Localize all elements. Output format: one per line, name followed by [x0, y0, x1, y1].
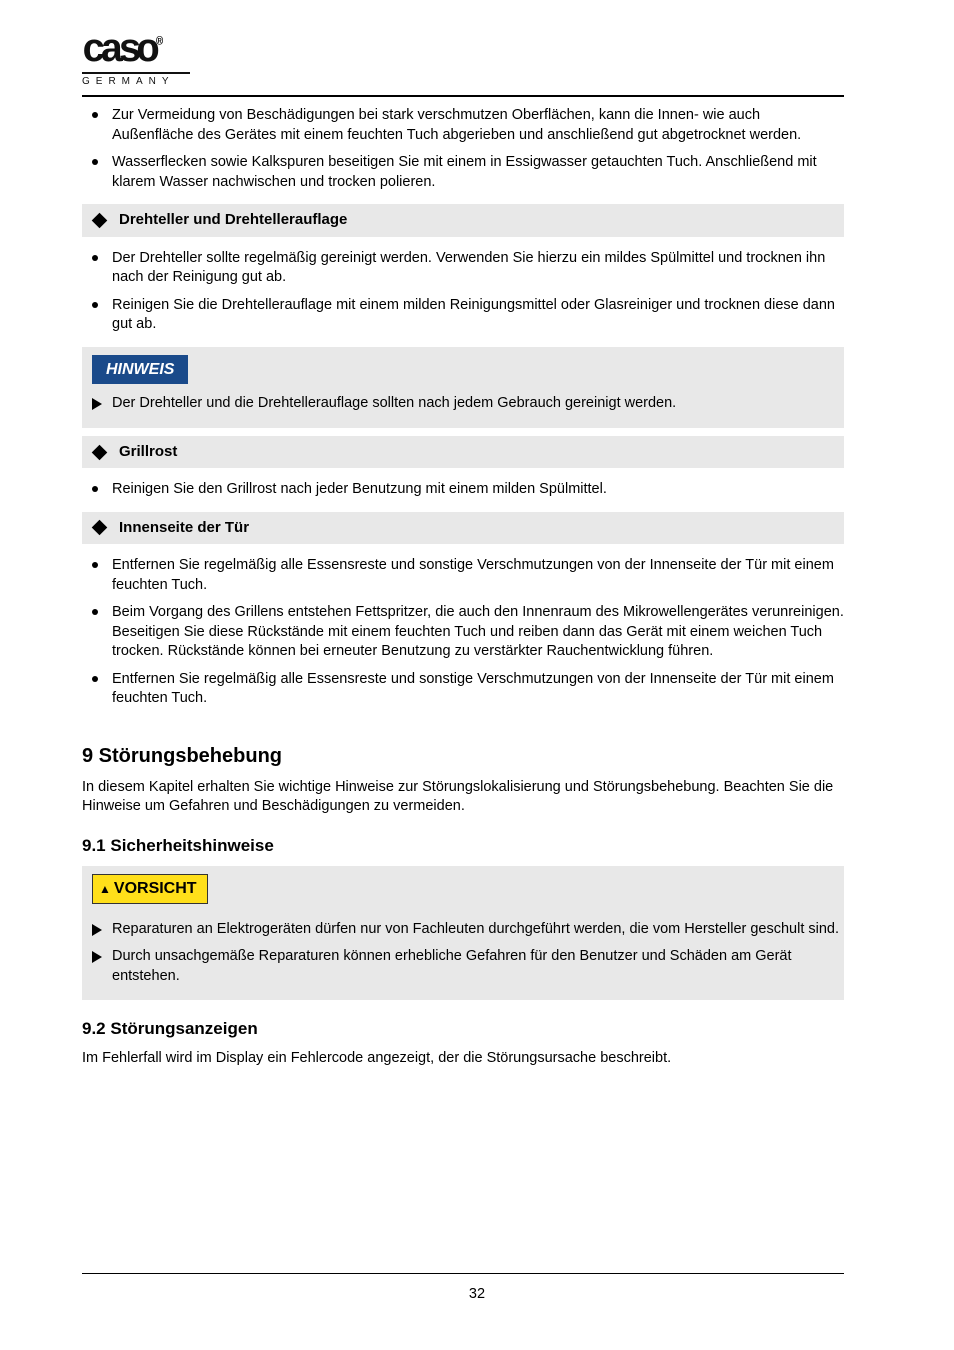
list-text: Reinigen Sie die Drehtellerauflage mit e… [112, 297, 835, 333]
heading-sicherheitshinweise: 9.1 Sicherheitshinweise [82, 835, 844, 858]
paragraph: In diesem Kapitel erhalten Sie wichtige … [82, 778, 844, 817]
list-item: Zur Vermeidung von Beschädigungen bei st… [82, 102, 844, 149]
list-text: Beim Vorgang des Grillens entstehen Fett… [112, 604, 844, 659]
footer [82, 1273, 844, 1274]
section-grillrost: Grillrost [82, 436, 844, 468]
list-text: Der Drehteller sollte regelmäßig gereini… [112, 250, 825, 286]
heading-stoerungsanzeigen: 9.2 Störungsanzeigen [82, 1018, 844, 1041]
list-item: Der Drehteller sollte regelmäßig gereini… [82, 245, 844, 292]
heading-stoerungsbehebung: 9 Störungsbehebung [82, 743, 844, 770]
section-header: Innenseite der Tür [82, 512, 844, 544]
brand-name-text: caso [82, 29, 154, 74]
header-rule [82, 95, 844, 97]
list-item: Reinigen Sie den Grillrost nach jeder Be… [82, 476, 844, 504]
section-drehteller: Drehteller und Drehtellerauflage [82, 204, 844, 236]
list-text: Entfernen Sie regelmäßig alle Essensrest… [112, 671, 834, 707]
section-title: Innenseite der Tür [119, 518, 249, 538]
list-text: Reparaturen an Elektrogeräten dürfen nur… [112, 921, 839, 937]
section-tuer: Innenseite der Tür [82, 512, 844, 544]
diamond-icon [92, 213, 108, 229]
list-item: Entfernen Sie regelmäßig alle Essensrest… [82, 552, 844, 599]
intro-bullets: Zur Vermeidung von Beschädigungen bei st… [82, 102, 844, 196]
list-item: Entfernen Sie regelmäßig alle Essensrest… [82, 666, 844, 713]
list-item: Reinigen Sie die Drehtellerauflage mit e… [82, 292, 844, 339]
footer-rule [82, 1273, 844, 1274]
list-item: Wasserflecken sowie Kalkspuren beseitige… [82, 149, 844, 196]
diamond-icon [92, 444, 108, 460]
hinweis-block: HINWEIS Der Drehteller und die Drehtelle… [82, 347, 844, 428]
list-item: Der Drehteller und die Drehtellerauflage… [82, 390, 844, 418]
list-item: Durch unsachgemäße Reparaturen können er… [82, 943, 844, 990]
paragraph: Im Fehlerfall wird im Display ein Fehler… [82, 1049, 844, 1069]
section-header: Drehteller und Drehtellerauflage [82, 204, 844, 236]
section-title: Drehteller und Drehtellerauflage [119, 210, 347, 230]
brand-logo: caso® GERMANY [82, 38, 190, 87]
page-number: 32 [0, 1286, 954, 1302]
section-drehteller-bullets: Der Drehteller sollte regelmäßig gereini… [82, 245, 844, 339]
section-title: Grillrost [119, 442, 177, 462]
list-text: Zur Vermeidung von Beschädigungen bei st… [112, 107, 801, 143]
hinweis-badge: HINWEIS [92, 355, 188, 385]
list-text: Der Drehteller und die Drehtellerauflage… [112, 395, 676, 411]
registered-mark: ® [156, 35, 163, 49]
vorsicht-points: Reparaturen an Elektrogeräten dürfen nur… [82, 910, 844, 1001]
brand-subtitle: GERMANY [82, 77, 190, 87]
diamond-icon [92, 520, 108, 536]
section-grillrost-bullets: Reinigen Sie den Grillrost nach jeder Be… [82, 476, 844, 504]
vorsicht-block: VORSICHT Reparaturen an Elektrogeräten d… [82, 866, 844, 1000]
section-header: Grillrost [82, 436, 844, 468]
list-text: Reinigen Sie den Grillrost nach jeder Be… [112, 481, 607, 497]
hinweis-points: Der Drehteller und die Drehtellerauflage… [82, 384, 844, 428]
brand-name: caso® [82, 38, 190, 66]
list-text: Durch unsachgemäße Reparaturen können er… [112, 948, 792, 984]
list-text: Entfernen Sie regelmäßig alle Essensrest… [112, 557, 834, 593]
vorsicht-badge: VORSICHT [92, 874, 208, 904]
list-item: Reparaturen an Elektrogeräten dürfen nur… [82, 916, 844, 944]
section-tuer-bullets: Entfernen Sie regelmäßig alle Essensrest… [82, 552, 844, 713]
list-text: Wasserflecken sowie Kalkspuren beseitige… [112, 154, 817, 190]
list-item: Beim Vorgang des Grillens entstehen Fett… [82, 599, 844, 666]
